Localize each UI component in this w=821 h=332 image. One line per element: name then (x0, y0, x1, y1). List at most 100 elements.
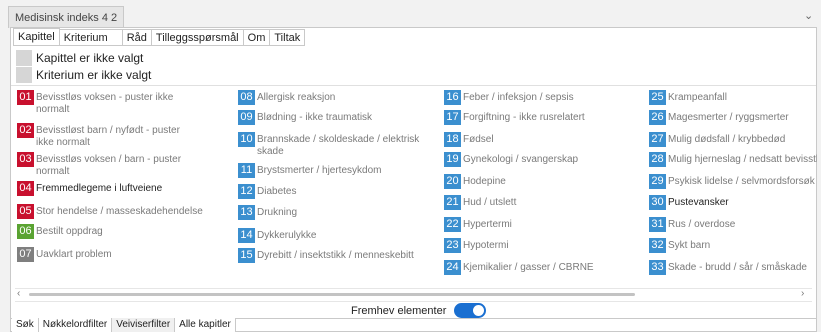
chapter-number-badge: 30 (649, 195, 666, 210)
chapter-item-09[interactable]: 09 Blødning - ikke traumatisk (238, 110, 436, 125)
chapter-label: Krampeanfall (668, 92, 727, 103)
chapter-item-04[interactable]: 04 Fremmedlegeme i luftveiene (17, 181, 217, 196)
chapter-item-26[interactable]: 26 Magesmerter / ryggsmerter (649, 110, 817, 125)
chapter-label: Hodepine (463, 176, 506, 187)
chapter-number-badge: 18 (444, 132, 461, 147)
tab-om[interactable]: Om (243, 29, 271, 46)
chapter-label: Bevisstløs voksen - puster ikke normalt (36, 92, 174, 115)
chapter-item-32[interactable]: 32 Sykt barn (649, 238, 817, 253)
chapter-number-badge: 33 (649, 260, 666, 275)
chapter-number-badge: 02 (17, 123, 34, 138)
kapittel-status: Kapittel er ikke valgt (16, 49, 143, 66)
chapter-item-21[interactable]: 21 Hud / utslett (444, 195, 640, 210)
chapter-number-badge: 21 (444, 195, 461, 210)
tab-alle-kapitler[interactable]: Alle kapitler (175, 318, 236, 332)
kapittel-status-text: Kapittel er ikke valgt (36, 50, 144, 65)
highlight-toggle[interactable] (454, 303, 487, 318)
chapter-item-02[interactable]: 02 Bevisstløst barn / nyfødt - puster ikk… (17, 123, 217, 149)
tab-tiltak[interactable]: Tiltak (270, 29, 306, 46)
tab-tilleggssporsmal[interactable]: Tilleggsspørsmål (151, 29, 244, 46)
chapter-item-13[interactable]: 13 Drukning (238, 205, 436, 220)
kriterium-status-text: Kriterium er ikke valgt (36, 67, 152, 82)
tab-sok[interactable]: Søk (12, 318, 39, 332)
chapter-label: Brannskade / skoldeskade / elektrisk ska… (257, 134, 420, 157)
divider (11, 85, 816, 86)
chapter-item-27[interactable]: 27 Mulig dødsfall / krybbedød (649, 132, 817, 147)
chapter-label: Feber / infeksjon / sepsis (463, 92, 574, 103)
scroll-left-icon[interactable]: ‹ (17, 288, 20, 299)
chapter-item-11[interactable]: 11 Brystsmerter / hjertesykdom (238, 163, 436, 178)
chapter-label: Allergisk reaksjon (257, 92, 336, 103)
chapter-number-badge: 13 (238, 205, 255, 220)
chapter-label: Forgiftning - ikke rusrelatert (463, 112, 585, 123)
chapter-item-16[interactable]: 16 Feber / infeksjon / sepsis (444, 90, 640, 105)
chapter-item-20[interactable]: 20 Hodepine (444, 174, 640, 189)
chapter-label: Sykt barn (668, 240, 711, 251)
tab-kapittel[interactable]: Kapittel (13, 28, 60, 46)
chapter-item-17[interactable]: 17 Forgiftning - ikke rusrelatert (444, 110, 640, 125)
chapter-number-badge: 25 (649, 90, 666, 105)
chapter-item-30[interactable]: 30 Pustevansker (649, 195, 817, 210)
chapter-item-18[interactable]: 18 Fødsel (444, 132, 640, 147)
scroll-right-icon[interactable]: › (801, 288, 804, 299)
chapter-number-badge: 01 (17, 90, 34, 105)
chapter-item-33[interactable]: 33 Skade - brudd / sår / småskade (649, 260, 817, 275)
chapter-label: Mulig dødsfall / krybbedød (668, 134, 786, 145)
chapter-label: Diabetes (257, 186, 297, 197)
chapter-number-badge: 31 (649, 217, 666, 232)
chapter-label: Blødning - ikke traumatisk (257, 112, 373, 123)
chapter-number-badge: 06 (17, 224, 34, 239)
chapter-item-06[interactable]: 06 Bestilt oppdrag (17, 224, 217, 239)
bottom-tab-strip: Søk Nøkkelordfilter Veiviserfilter Alle … (12, 318, 236, 332)
chapter-number-badge: 19 (444, 152, 461, 167)
chapter-label: Mulig hjerneslag / nedsatt bevisstl (668, 154, 817, 165)
chapter-item-31[interactable]: 31 Rus / overdose (649, 217, 817, 232)
window-title-tab[interactable]: Medisinsk indeks 4 2 (8, 6, 125, 28)
tab-rad[interactable]: Råd (122, 29, 152, 46)
chapter-number-badge: 28 (649, 152, 666, 167)
chapter-label: Uavklart problem (36, 249, 112, 260)
chevron-down-icon[interactable]: ⌄ (804, 9, 813, 22)
chapter-number-badge: 32 (649, 238, 666, 253)
chapter-item-24[interactable]: 24 Kjemikalier / gasser / CBRNE (444, 260, 640, 275)
chapter-item-05[interactable]: 05 Stor hendelse / masseskadehendelse (17, 204, 217, 219)
chapter-number-badge: 15 (238, 248, 255, 263)
kriterium-status: Kriterium er ikke valgt (16, 66, 151, 83)
chapter-item-12[interactable]: 12 Diabetes (238, 184, 436, 199)
chapter-label: Fødsel (463, 134, 494, 145)
chapter-item-23[interactable]: 23 Hypotermi (444, 238, 640, 253)
chapter-item-15[interactable]: 15 Dyrebitt / insektstikk / menneskebitt (238, 248, 436, 263)
chapter-number-badge: 22 (444, 217, 461, 232)
chapter-item-22[interactable]: 22 Hypertermi (444, 217, 640, 232)
status-box (16, 66, 32, 83)
chapter-item-03[interactable]: 03 Bevisstløs voksen / barn - puster norm… (17, 152, 217, 178)
chapter-number-badge: 03 (17, 152, 34, 167)
chapter-number-badge: 12 (238, 184, 255, 199)
chapter-label: Bestilt oppdrag (36, 226, 103, 237)
chapter-number-badge: 05 (17, 204, 34, 219)
tab-nokkelordfilter[interactable]: Nøkkelordfilter (38, 318, 113, 332)
chapter-label: Bevisstløs voksen / barn - puster normal… (36, 154, 182, 177)
chapter-item-25[interactable]: 25 Krampeanfall (649, 90, 817, 105)
status-box (16, 49, 32, 66)
chapter-number-badge: 23 (444, 238, 461, 253)
chapter-item-14[interactable]: 14 Dykkerulykke (238, 228, 436, 243)
chapter-number-badge: 11 (238, 163, 255, 178)
chapter-label: Gynekologi / svangerskap (463, 154, 579, 165)
tab-veiviserfilter[interactable]: Veiviserfilter (112, 318, 176, 332)
chapter-item-01[interactable]: 01 Bevisstløs voksen - puster ikke normal… (17, 90, 217, 116)
chapter-item-28[interactable]: 28 Mulig hjerneslag / nedsatt bevisstl (649, 152, 817, 167)
horizontal-scrollbar[interactable]: ‹ › (15, 288, 812, 302)
scrollbar-thumb[interactable] (29, 293, 635, 296)
tab-kriterium[interactable]: Kriterium (59, 29, 123, 46)
chapter-item-29[interactable]: 29 Psykisk lidelse / selvmordsforsøk (649, 174, 817, 189)
chapter-item-07[interactable]: 07 Uavklart problem (17, 247, 217, 262)
chapter-label: Bevisstløst barn / nyfødt - puster ikke … (36, 125, 180, 148)
chapter-label: Skade - brudd / sår / småskade (668, 262, 807, 273)
chapter-number-badge: 29 (649, 174, 666, 189)
chapter-item-10[interactable]: 10 Brannskade / skoldeskade / elektrisk s… (238, 132, 436, 158)
chapter-item-08[interactable]: 08 Allergisk reaksjon (238, 90, 436, 105)
chapter-label: Brystsmerter / hjertesykdom (257, 165, 382, 176)
highlight-toggle-label: Fremhev elementer (351, 304, 447, 317)
chapter-item-19[interactable]: 19 Gynekologi / svangerskap (444, 152, 640, 167)
